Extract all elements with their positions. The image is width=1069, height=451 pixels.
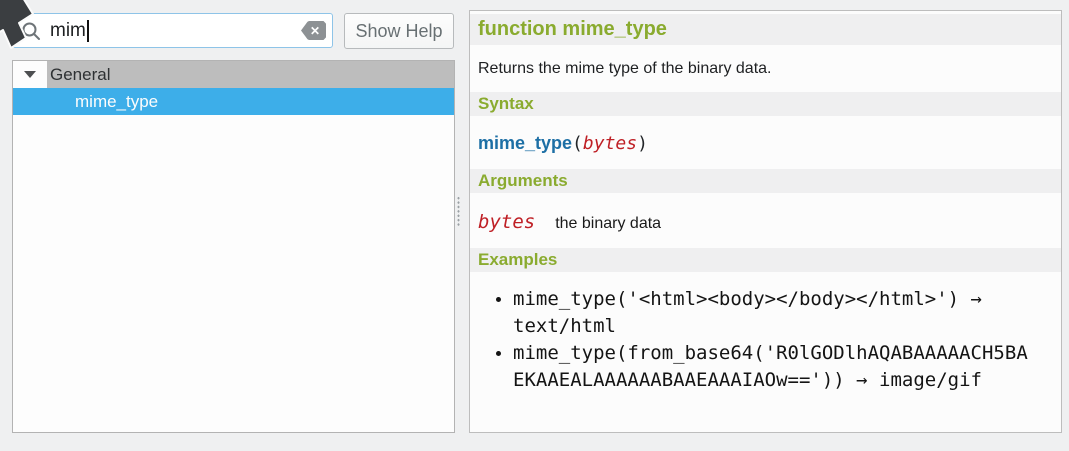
syntax-function-name: mime_type [478, 133, 572, 153]
function-tree: General mime_type [12, 60, 455, 433]
section-heading-arguments: Arguments [470, 169, 1061, 193]
doc-description: Returns the mime type of the binary data… [478, 58, 1053, 79]
argument-definition: the binary data [555, 215, 661, 233]
expander-cell[interactable] [13, 61, 47, 88]
example-item: mime_type('<html><body></body></html>') … [513, 286, 1057, 340]
search-icon [21, 21, 41, 41]
doc-panel[interactable]: function mime_type Returns the mime type… [469, 10, 1062, 433]
argument-term: bytes [478, 210, 535, 235]
section-heading-examples: Examples [470, 248, 1061, 272]
doc-title: function mime_type [470, 14, 1061, 45]
syntax-signature: mime_type(bytes) [478, 131, 1053, 156]
search-value: mim [50, 20, 86, 42]
tree-group-general[interactable]: General [13, 61, 454, 88]
tree-item-label: mime_type [75, 92, 158, 111]
help-browser-window: mim ✕ Show Help General mime_type functi… [0, 0, 1069, 451]
argument-row: bytes the binary data [478, 210, 1053, 235]
syntax-paren-close: ) [637, 133, 648, 154]
search-input[interactable]: mim ✕ [12, 13, 333, 48]
syntax-argument: bytes [583, 133, 637, 154]
clear-search-icon[interactable]: ✕ [301, 21, 326, 40]
chevron-down-icon [24, 71, 36, 78]
syntax-paren-open: ( [572, 133, 583, 154]
section-heading-syntax: Syntax [470, 92, 1061, 116]
tree-group-label: General [47, 61, 110, 88]
panel-splitter-handle[interactable] [457, 196, 460, 226]
tree-item-mime-type[interactable]: mime_type [13, 88, 454, 115]
show-help-label: Show Help [355, 21, 442, 42]
show-help-button[interactable]: Show Help [344, 13, 454, 49]
example-item: mime_type(from_base64('R0lGODlhAQABAAAAA… [513, 340, 1057, 394]
text-caret [87, 20, 89, 42]
examples-list: mime_type('<html><body></body></html>') … [470, 286, 1061, 394]
